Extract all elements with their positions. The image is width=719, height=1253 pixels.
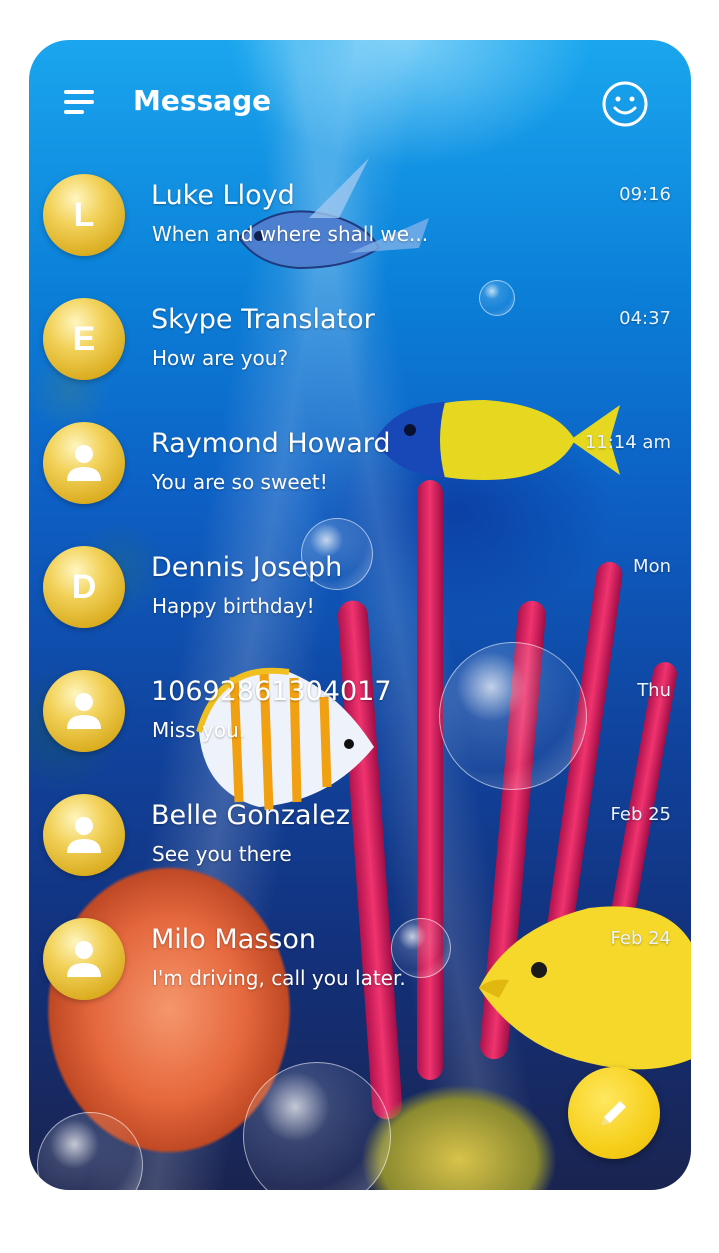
avatar <box>43 670 125 752</box>
message-time: 09:16 <box>619 184 671 205</box>
avatar <box>43 794 125 876</box>
message-time: Feb 24 <box>610 928 672 949</box>
avatar: D <box>43 546 125 628</box>
conversation-row[interactable]: D Dennis Joseph Happy birthday! Mon <box>29 540 691 664</box>
person-icon <box>67 445 101 481</box>
avatar: L <box>43 174 125 256</box>
conversation-row[interactable]: Raymond Howard You are so sweet! 11:14 a… <box>29 416 691 540</box>
message-preview: When and where shall we... <box>152 222 429 246</box>
pencil-icon <box>602 1101 626 1125</box>
message-preview: I'm driving, call you later. <box>152 966 406 990</box>
contact-name: Belle Gonzalez <box>151 800 350 831</box>
message-preview: How are you? <box>152 346 289 370</box>
smiley-icon[interactable] <box>601 80 649 128</box>
avatar <box>43 918 125 1000</box>
conversation-row[interactable]: L Luke Lloyd When and where shall we... … <box>29 168 691 292</box>
conversation-row[interactable]: 10692861304017 Miss you. Thu <box>29 664 691 788</box>
contact-name: Milo Masson <box>151 924 317 955</box>
avatar-letter: E <box>72 319 96 358</box>
person-icon <box>67 693 101 729</box>
app-header: Message <box>29 40 691 170</box>
person-icon <box>67 817 101 853</box>
conversation-row[interactable]: E Skype Translator How are you? 04:37 <box>29 292 691 416</box>
contact-name: Raymond Howard <box>151 428 391 459</box>
menu-icon[interactable] <box>64 90 96 116</box>
message-time: 04:37 <box>619 308 671 329</box>
contact-name: 10692861304017 <box>151 676 392 707</box>
compose-button[interactable] <box>568 1067 660 1159</box>
avatar <box>43 422 125 504</box>
message-time: Mon <box>633 556 671 577</box>
message-preview: See you there <box>152 842 292 866</box>
avatar: E <box>43 298 125 380</box>
message-time: Thu <box>637 680 671 701</box>
avatar-letter: L <box>73 195 95 234</box>
conversation-row[interactable]: Milo Masson I'm driving, call you later.… <box>29 912 691 1036</box>
message-time: Feb 25 <box>610 804 672 825</box>
page-title: Message <box>133 84 272 117</box>
person-icon <box>67 941 101 977</box>
message-time: 11:14 am <box>584 432 671 453</box>
conversation-row[interactable]: Belle Gonzalez See you there Feb 25 <box>29 788 691 912</box>
message-preview: Miss you. <box>152 718 246 742</box>
message-preview: Happy birthday! <box>152 594 315 618</box>
phone-screen: Message L Luke Lloyd When and where shal… <box>29 40 691 1190</box>
message-preview: You are so sweet! <box>152 470 328 494</box>
contact-name: Skype Translator <box>151 304 375 335</box>
contact-name: Dennis Joseph <box>151 552 343 583</box>
contact-name: Luke Lloyd <box>151 180 295 211</box>
avatar-letter: D <box>71 567 97 606</box>
